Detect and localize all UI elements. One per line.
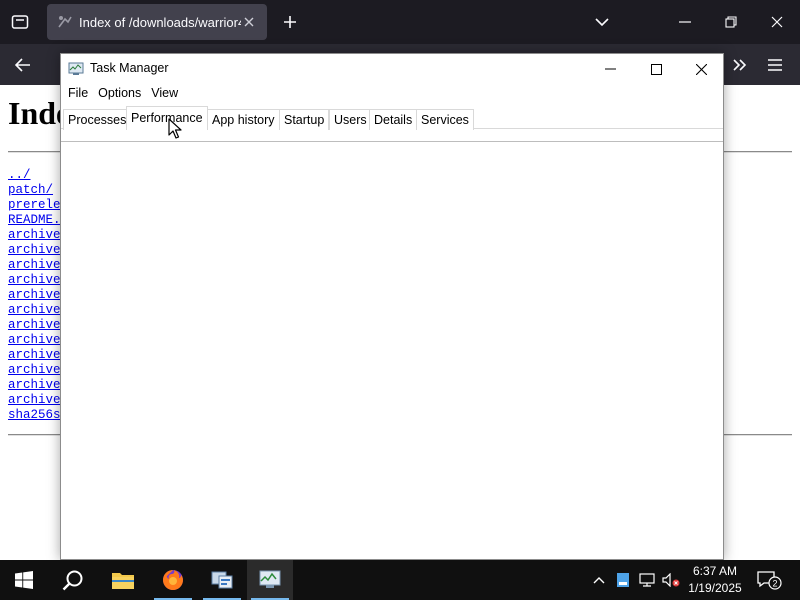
- back-button[interactable]: [10, 52, 36, 78]
- listing-link[interactable]: ../: [8, 168, 61, 183]
- listing-link[interactable]: archive: [8, 258, 61, 273]
- browser-tab-active[interactable]: Index of /downloads/warrior4/: [47, 4, 267, 40]
- list-all-tabs-button[interactable]: [590, 10, 614, 34]
- menu-view[interactable]: View: [146, 84, 183, 104]
- maximize-icon: [650, 63, 662, 75]
- listing-link[interactable]: archive: [8, 393, 61, 408]
- start-button[interactable]: [0, 560, 48, 600]
- notification-icon: 2: [757, 571, 782, 590]
- browser-close-button[interactable]: [754, 6, 800, 38]
- close-tab-icon[interactable]: [241, 14, 257, 30]
- favicon-icon: [57, 14, 73, 30]
- tray-volume[interactable]: [662, 571, 680, 589]
- listing-link[interactable]: archive: [8, 273, 61, 288]
- browser-minimize-button[interactable]: [662, 6, 708, 38]
- listing-link[interactable]: prerele: [8, 198, 61, 213]
- firefox-icon: [163, 570, 183, 590]
- taskbar-firefox[interactable]: [150, 560, 196, 600]
- tray-network[interactable]: [638, 571, 656, 589]
- storage-icon: [617, 573, 629, 587]
- listing-link[interactable]: archive: [8, 348, 61, 363]
- network-icon: [639, 573, 655, 587]
- listing-link[interactable]: archive: [8, 333, 61, 348]
- action-center-button[interactable]: 2: [752, 566, 786, 594]
- tab-list-icon: [11, 15, 29, 29]
- directory-listing: ../patch/prerele README. archive archive arc…: [8, 168, 61, 423]
- tab-startup[interactable]: Startup: [279, 109, 330, 130]
- task-manager-menubar: File Options View: [61, 84, 723, 104]
- task-manager-titlebar[interactable]: Task Manager: [61, 54, 723, 84]
- menu-options[interactable]: Options: [93, 84, 146, 104]
- more-tools-button[interactable]: [727, 52, 753, 78]
- browser-tab-bar: Index of /downloads/warrior4/: [0, 0, 800, 44]
- network-admin-icon: [211, 571, 233, 589]
- listing-link[interactable]: archive: [8, 228, 61, 243]
- double-chevron-right-icon: [733, 59, 747, 71]
- notification-count: 2: [772, 579, 777, 589]
- listing-link[interactable]: patch/: [8, 183, 61, 198]
- task-manager-title: Task Manager: [90, 61, 169, 75]
- tm-maximize-button[interactable]: [633, 54, 679, 84]
- tab-performance[interactable]: Performance: [126, 106, 208, 130]
- minimize-icon: [679, 21, 691, 23]
- mouse-cursor-icon: [168, 118, 182, 139]
- taskbar-network-admin[interactable]: [199, 560, 245, 600]
- clock-time: 6:37 AM: [692, 564, 738, 578]
- chevron-down-icon: [595, 18, 609, 27]
- hamburger-menu-icon: [768, 59, 782, 71]
- task-manager-window[interactable]: Task Manager File Options View Processes…: [60, 53, 724, 560]
- tm-close-button[interactable]: [678, 54, 724, 84]
- chevron-up-icon: [593, 577, 605, 584]
- tab-services[interactable]: Services: [416, 109, 474, 130]
- listing-link[interactable]: archive: [8, 243, 61, 258]
- tab-details[interactable]: Details: [369, 109, 418, 130]
- clock-date: 1/19/2025: [688, 581, 742, 595]
- task-manager-icon: [68, 61, 84, 77]
- close-icon: [771, 16, 783, 28]
- minimize-icon: [604, 68, 616, 70]
- browser-tab-title: Index of /downloads/warrior4/: [79, 14, 241, 30]
- tab-processes[interactable]: Processes: [63, 109, 132, 130]
- listing-link[interactable]: archive: [8, 318, 61, 333]
- taskbar-clock[interactable]: 6:37 AM 1/19/2025: [680, 563, 750, 597]
- tab-app-history[interactable]: App history: [207, 109, 280, 130]
- listing-link[interactable]: archive: [8, 303, 61, 318]
- listing-link[interactable]: archive: [8, 288, 61, 303]
- listing-link[interactable]: archive: [8, 378, 61, 393]
- tab-list-button[interactable]: [8, 10, 32, 34]
- taskbar: 6:37 AM 1/19/2025 2: [0, 560, 800, 600]
- listing-link[interactable]: sha256s: [8, 408, 61, 423]
- listing-link[interactable]: README.: [8, 213, 61, 228]
- tm-minimize-button[interactable]: [587, 54, 633, 84]
- app-menu-button[interactable]: [762, 52, 788, 78]
- restore-icon: [725, 16, 737, 28]
- volume-muted-icon: [662, 573, 680, 587]
- search-button[interactable]: [50, 560, 96, 600]
- browser-restore-button[interactable]: [708, 6, 754, 38]
- tab-users[interactable]: Users: [329, 109, 372, 130]
- plus-icon: [284, 16, 296, 28]
- close-icon: [695, 63, 707, 75]
- tray-storage[interactable]: [614, 571, 632, 589]
- performance-panel: [61, 142, 723, 559]
- menu-file[interactable]: File: [63, 84, 93, 104]
- search-icon: [62, 570, 83, 591]
- file-explorer-icon: [112, 573, 134, 589]
- taskbar-task-manager[interactable]: [247, 560, 293, 600]
- new-tab-button[interactable]: [278, 10, 302, 34]
- show-hidden-icons-button[interactable]: [590, 571, 608, 589]
- task-manager-icon: [259, 570, 281, 588]
- taskbar-file-explorer[interactable]: [100, 560, 146, 600]
- start-icon: [15, 571, 33, 589]
- arrow-left-icon: [15, 58, 30, 72]
- listing-link[interactable]: archive: [8, 363, 61, 378]
- task-manager-tabs: Processes Performance App history Startu…: [61, 106, 723, 130]
